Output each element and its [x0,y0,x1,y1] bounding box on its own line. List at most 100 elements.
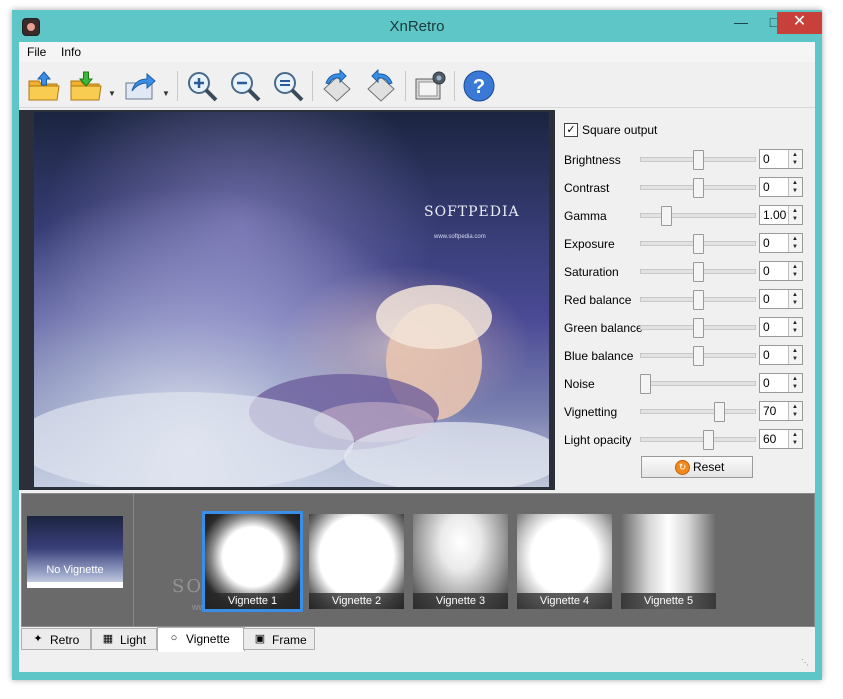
red-balance-spinbox[interactable]: 0 ▲ ▼ [759,289,803,309]
spin-up-icon[interactable]: ▲ [792,348,798,354]
spin-down-icon[interactable]: ▼ [792,412,798,418]
spin-buttons[interactable]: ▲ ▼ [788,178,802,196]
resize-grip[interactable]: ⋱ [801,658,811,668]
light-opacity-spinbox[interactable]: 60 ▲ ▼ [759,429,803,449]
noise-spinbox[interactable]: 0 ▲ ▼ [759,373,803,393]
spin-down-icon[interactable]: ▼ [792,216,798,222]
toolbar-separator [405,71,406,101]
contrast-spinbox[interactable]: 0 ▲ ▼ [759,177,803,197]
slider-thumb[interactable] [703,430,714,450]
slider-thumb[interactable] [713,402,725,422]
no-vignette-thumbnail[interactable]: No Vignette [27,516,123,588]
vignetting-spinbox[interactable]: 70 ▲ ▼ [759,401,803,421]
strip-divider [133,494,134,626]
square-output-checkbox[interactable]: ✓ [564,123,578,137]
zoom-fit-icon[interactable] [271,69,305,103]
param-label: Vignetting [564,405,618,419]
spin-down-icon[interactable]: ▼ [792,272,798,278]
spin-up-icon[interactable]: ▲ [792,236,798,242]
spin-up-icon[interactable]: ▲ [792,432,798,438]
slider-thumb[interactable] [692,290,704,310]
saturation-spinbox[interactable]: 0 ▲ ▼ [759,261,803,281]
zoom-out-icon[interactable] [228,69,262,103]
vignette-thumbnail-5[interactable]: Vignette 5 [621,514,716,609]
spin-up-icon[interactable]: ▲ [792,320,798,326]
exposure-spinbox[interactable]: 0 ▲ ▼ [759,233,803,253]
spin-buttons[interactable]: ▲ ▼ [788,402,802,420]
spin-buttons[interactable]: ▲ ▼ [788,150,802,168]
tab-vignette[interactable]: ○ Vignette [157,627,245,652]
gamma-spinbox[interactable]: 1.00 ▲ ▼ [759,205,803,225]
help-icon[interactable]: ? [462,69,496,103]
spin-buttons[interactable]: ▲ ▼ [788,234,802,252]
vignette-thumbnail-2[interactable]: Vignette 2 [309,514,404,609]
slider-thumb[interactable] [692,178,704,198]
spin-down-icon[interactable]: ▼ [792,384,798,390]
brightness-spinbox[interactable]: 0 ▲ ▼ [759,149,803,169]
preview-photo: SOFTPEDIA www.softpedia.com [34,112,549,487]
open-file-icon[interactable] [27,69,61,103]
spin-down-icon[interactable]: ▼ [792,328,798,334]
menu-file[interactable]: File [27,45,46,59]
spin-down-icon[interactable]: ▼ [792,356,798,362]
spin-value: 0 [763,264,770,278]
spin-up-icon[interactable]: ▲ [792,292,798,298]
spin-buttons[interactable]: ▲ ▼ [788,374,802,392]
slider-thumb[interactable] [640,374,651,394]
tab-retro[interactable]: ✦ Retro [21,628,91,650]
slider-thumb[interactable] [692,150,704,170]
spin-down-icon[interactable]: ▼ [792,244,798,250]
save-dropdown-arrow[interactable]: ▼ [108,90,116,98]
slider-thumb[interactable] [692,318,704,338]
spin-buttons[interactable]: ▲ ▼ [788,290,802,308]
save-file-icon[interactable] [69,69,103,103]
rotate-right-icon[interactable] [364,69,398,103]
slider-thumb[interactable] [692,234,704,254]
close-button[interactable]: ✕ [777,12,822,34]
vignette-icon: ○ [170,632,178,644]
screen-capture-icon[interactable] [413,69,447,103]
reset-button[interactable]: ↻ Reset [641,456,753,478]
light-grid-icon: ▦ [102,633,114,645]
slider-thumb[interactable] [692,262,704,282]
spin-up-icon[interactable]: ▲ [792,208,798,214]
spin-buttons[interactable]: ▲ ▼ [788,318,802,336]
tab-frame[interactable]: ▣ Frame [243,628,315,650]
spin-down-icon[interactable]: ▼ [792,300,798,306]
spin-up-icon[interactable]: ▲ [792,264,798,270]
spin-down-icon[interactable]: ▼ [792,440,798,446]
spin-down-icon[interactable]: ▼ [792,160,798,166]
spin-buttons[interactable]: ▲ ▼ [788,262,802,280]
spin-up-icon[interactable]: ▲ [792,152,798,158]
minimize-button[interactable]: — [724,12,758,34]
no-vignette-bar [27,582,123,588]
vignette-thumbnail-4[interactable]: Vignette 4 [517,514,612,609]
spin-buttons[interactable]: ▲ ▼ [788,206,802,224]
title-bar[interactable]: XnRetro — □ ✕ [12,10,822,42]
spin-up-icon[interactable]: ▲ [792,404,798,410]
vignette-thumbnail-3[interactable]: Vignette 3 [413,514,508,609]
tab-light[interactable]: ▦ Light [91,628,157,650]
blue-balance-spinbox[interactable]: 0 ▲ ▼ [759,345,803,365]
noise-slider[interactable] [640,381,756,386]
export-icon[interactable] [123,69,157,103]
spin-buttons[interactable]: ▲ ▼ [788,430,802,448]
vignetting-slider[interactable] [640,409,756,414]
vignette-label: Vignette 3 [413,593,508,609]
param-row-red-balance: Red balance 0 ▲ ▼ [564,288,809,310]
image-preview-area[interactable]: SOFTPEDIA www.softpedia.com [19,110,555,490]
rotate-left-icon[interactable] [320,69,354,103]
spin-down-icon[interactable]: ▼ [792,188,798,194]
slider-thumb[interactable] [661,206,672,226]
spin-buttons[interactable]: ▲ ▼ [788,346,802,364]
zoom-in-icon[interactable] [185,69,219,103]
spin-up-icon[interactable]: ▲ [792,180,798,186]
export-dropdown-arrow[interactable]: ▼ [162,90,170,98]
spin-up-icon[interactable]: ▲ [792,376,798,382]
gamma-slider[interactable] [640,213,756,218]
menu-info[interactable]: Info [61,45,81,59]
light-opacity-slider[interactable] [640,437,756,442]
slider-thumb[interactable] [692,346,704,366]
green-balance-spinbox[interactable]: 0 ▲ ▼ [759,317,803,337]
vignette-thumbnail-1[interactable]: Vignette 1 [202,511,303,612]
